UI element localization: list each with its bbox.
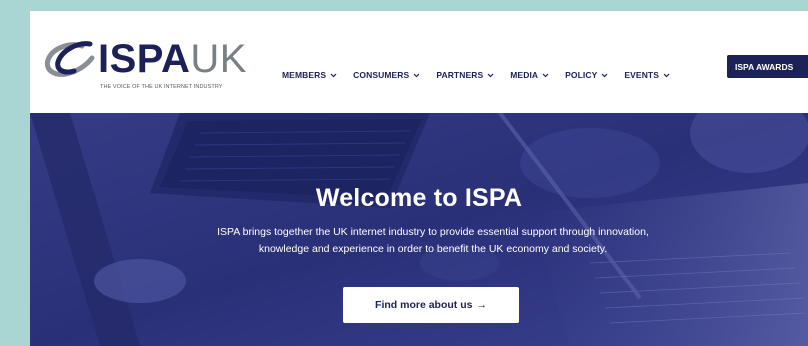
chevron-down-icon [413,73,420,77]
page-frame: ISPAUK THE VOICE OF THE UK INTERNET INDU… [30,11,808,346]
arrow-right-icon: → [476,299,487,311]
nav-item-events[interactable]: EVENTS [624,70,670,80]
nav-item-consumers[interactable]: CONSUMERS [353,70,420,80]
hero-description: ISPA brings together the UK internet ind… [217,226,649,255]
nav-item-partners[interactable]: PARTNERS [436,70,494,80]
chevron-down-icon [663,73,670,77]
nav-item-members[interactable]: MEMBERS [282,70,337,80]
hero-title: Welcome to ISPA [315,184,523,212]
chevron-down-icon [542,73,549,77]
logo-wordmark: ISPAUK [98,37,247,81]
hero-banner: Welcome to ISPA ISPA brings together the… [30,113,808,346]
nav-item-media[interactable]: MEDIA [510,70,549,80]
nav-item-label: MEMBERS [282,70,327,80]
chevron-down-icon [330,73,337,77]
chevron-down-icon [487,73,494,77]
logo-wordmark-ispa: ISPA [98,37,191,81]
nav-item-label: POLICY [565,70,598,80]
find-more-label: Find more about us [375,299,473,311]
ispa-logo-icon [44,41,95,77]
site-header: ISPAUK THE VOICE OF THE UK INTERNET INDU… [30,11,808,113]
ispa-awards-button[interactable]: ISPA AWARDS [727,55,808,78]
find-more-button[interactable]: Find more about us → [343,287,519,323]
logo-wordmark-uk: UK [190,37,247,81]
nav-item-policy[interactable]: POLICY [565,70,608,80]
logo-tagline: THE VOICE OF THE UK INTERNET INDUSTRY [100,84,223,90]
nav-item-label: MEDIA [510,70,539,80]
chevron-down-icon [601,73,608,77]
site-logo[interactable]: ISPAUK THE VOICE OF THE UK INTERNET INDU… [42,37,257,96]
nav-item-label: CONSUMERS [353,70,410,80]
nav-item-label: EVENTS [624,70,659,80]
nav-item-label: PARTNERS [436,70,484,80]
main-nav: MEMBERS CONSUMERS PARTNERS MEDIA POLICY … [282,67,686,83]
